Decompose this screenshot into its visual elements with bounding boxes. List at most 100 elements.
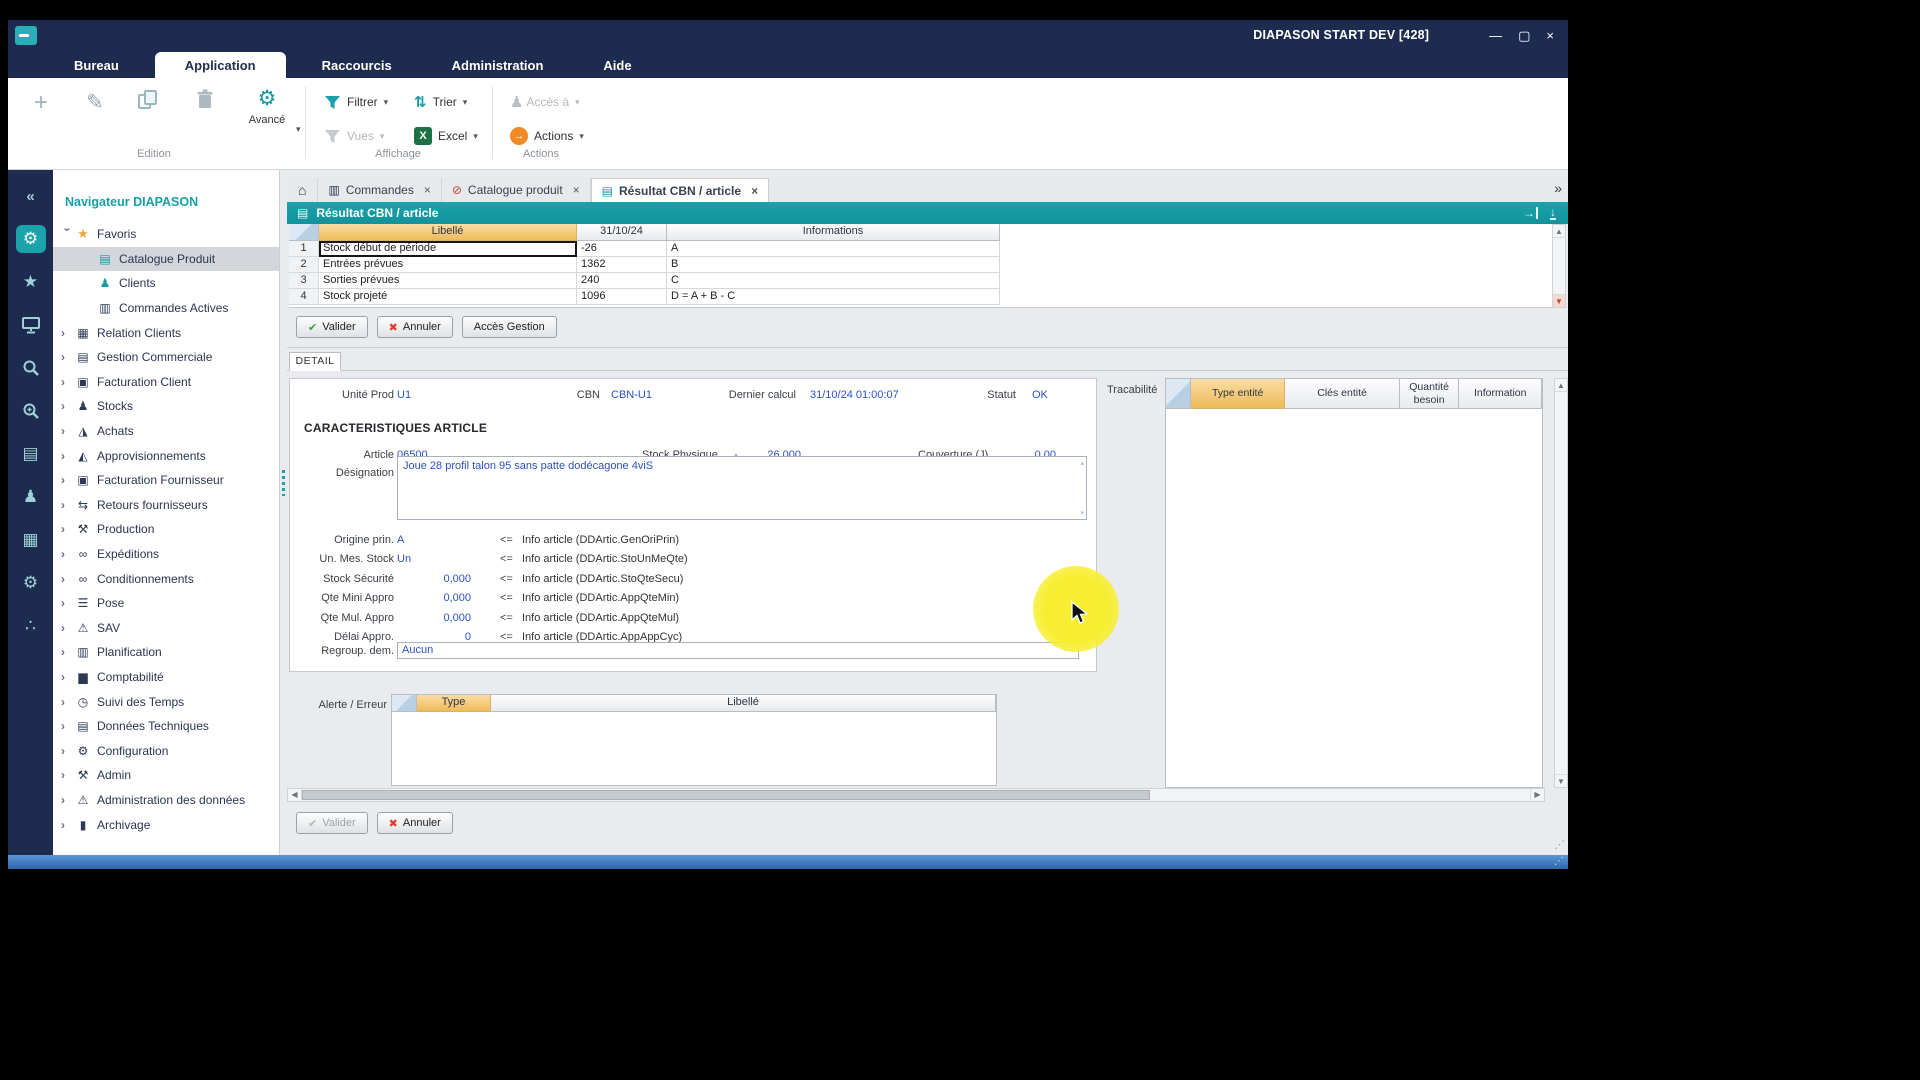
column-header[interactable]: Libellé — [491, 695, 996, 712]
tree-chevron-icon[interactable]: › — [61, 523, 74, 535]
dernier-calcul-value[interactable]: 31/10/24 01:00:07 — [810, 389, 899, 401]
actions-button[interactable]: → Actions ▾ — [506, 124, 588, 148]
tree-chevron-icon[interactable]: › — [61, 720, 74, 732]
collapse-nav-icon[interactable]: « — [16, 182, 46, 210]
h-scrollbar-thumb[interactable] — [302, 790, 1150, 800]
stock-box-icon[interactable]: ▦ — [16, 526, 46, 554]
modules-gear-icon[interactable]: ⚙ — [15, 225, 46, 253]
cell-libelle[interactable]: Stock début de période — [319, 241, 577, 257]
tab-close-icon[interactable]: × — [424, 183, 431, 197]
tree-item[interactable]: › ◭ Approvisionnements — [53, 443, 279, 468]
detail-field-value[interactable]: 0,000 — [397, 612, 471, 624]
search-icon[interactable] — [16, 354, 46, 382]
unite-prod-value[interactable]: U1 — [397, 389, 411, 401]
tree-chevron-icon[interactable]: › — [61, 400, 74, 412]
column-header[interactable]: Information — [1459, 379, 1542, 409]
copy-icon[interactable] — [130, 88, 164, 118]
tree-chevron-icon[interactable]: › — [61, 769, 74, 781]
scroll-left-icon[interactable]: ◀ — [288, 789, 302, 801]
scroll-up-icon[interactable]: ▲ — [1555, 379, 1567, 392]
tree-item[interactable]: › ▥ Planification — [53, 640, 279, 665]
tree-chevron-icon[interactable]: › — [61, 597, 74, 609]
tree-chevron-icon[interactable]: › — [61, 622, 74, 634]
tree-chevron-icon[interactable]: › — [61, 794, 74, 806]
tab-commandes[interactable]: ▥ Commandes × — [318, 178, 442, 202]
cell-info[interactable]: C — [667, 273, 1000, 289]
tree-chevron-icon[interactable]: › — [61, 450, 74, 462]
regroup-field[interactable]: Aucun … — [397, 642, 1079, 659]
monitor-icon[interactable] — [16, 311, 46, 339]
detail-scrollbar[interactable]: ▲ ▼ — [1554, 378, 1568, 788]
column-header[interactable]: Libellé — [319, 224, 577, 241]
vues-button[interactable]: Vues ▾ — [320, 124, 388, 148]
table-row[interactable]: 3 Sorties prévues 240 C — [289, 273, 1552, 289]
cell-value[interactable]: 1096 — [577, 289, 667, 305]
document-icon[interactable]: ▤ — [16, 440, 46, 468]
edit-icon[interactable]: ✎ — [78, 88, 112, 118]
tree-chevron-icon[interactable]: › — [61, 351, 74, 363]
menu-raccourcis[interactable]: Raccourcis — [298, 52, 416, 78]
tree-item[interactable]: ›▤Catalogue Produit — [53, 246, 279, 272]
column-header[interactable]: Quantité besoin — [1399, 379, 1460, 409]
tree-item[interactable]: › ☰ Pose — [53, 591, 279, 616]
scroll-up-icon[interactable]: ▲ — [1553, 225, 1565, 238]
tree-item[interactable]: › ▦ Relation Clients — [53, 320, 279, 345]
filtrer-button[interactable]: Filtrer ▾ — [320, 90, 392, 114]
tree-item[interactable]: › ⇆ Retours fournisseurs — [53, 493, 279, 518]
tree-item[interactable]: › ∞ Conditionnements — [53, 566, 279, 591]
tree-item[interactable]: › ▤ Données Techniques — [53, 714, 279, 739]
tab-close-icon[interactable]: × — [751, 184, 758, 198]
search-plus-icon[interactable] — [16, 397, 46, 425]
menu-administration[interactable]: Administration — [428, 52, 568, 78]
scroll-right-icon[interactable]: ▶ — [1530, 789, 1544, 801]
table-row[interactable]: 1 Stock début de période -26 A — [289, 241, 1552, 257]
favorites-star-icon[interactable]: ★ — [16, 268, 46, 296]
tree-item[interactable]: › ▣ Facturation Fournisseur — [53, 468, 279, 493]
column-header[interactable]: Clés entité — [1285, 379, 1400, 409]
annuler-bottom-button[interactable]: ✖ Annuler — [376, 812, 453, 834]
more-tabs-icon[interactable]: » — [1554, 180, 1562, 196]
column-header[interactable]: Informations — [667, 224, 1000, 241]
column-header[interactable]: Type entité — [1190, 379, 1286, 409]
cell-libelle[interactable]: Stock projeté — [319, 289, 577, 305]
panel-splitter[interactable] — [280, 170, 287, 855]
tree-chevron-icon[interactable]: › — [61, 745, 74, 757]
tree-chevron-icon[interactable]: › — [61, 228, 75, 241]
maximize-button[interactable]: ▢ — [1518, 29, 1530, 42]
h-scrollbar[interactable]: ◀ ▶ — [287, 788, 1545, 802]
scroll-down-icon[interactable]: ▼ — [1555, 774, 1567, 787]
detail-field-value[interactable]: 0,000 — [397, 573, 471, 585]
table-row[interactable]: 2 Entrées prévues 1362 B — [289, 257, 1552, 273]
tree-item[interactable]: › ▣ Facturation Client — [53, 370, 279, 395]
detail-field-value[interactable]: 0,000 — [397, 592, 471, 604]
menu-application[interactable]: Application — [154, 52, 286, 78]
valider-bottom-button[interactable]: ✔ Valider — [296, 812, 368, 834]
cell-libelle[interactable]: Entrées prévues — [319, 257, 577, 273]
excel-button[interactable]: X Excel ▾ — [410, 124, 482, 148]
tree-item[interactable]: › ▮ Archivage — [53, 812, 279, 837]
trier-button[interactable]: ⇅ Trier ▾ — [410, 90, 471, 114]
tree-chevron-icon[interactable]: › — [61, 696, 74, 708]
tree-item[interactable]: › ♟ Stocks — [53, 394, 279, 419]
detail-field-value[interactable]: Un — [397, 553, 411, 565]
tree-chevron-icon[interactable]: › — [61, 425, 74, 437]
tree-item[interactable]: › ▆ Comptabilité — [53, 665, 279, 690]
tree-chevron-icon[interactable]: › — [61, 646, 74, 658]
avance-button[interactable]: ⚙ Avancé — [240, 86, 294, 126]
tree-item[interactable]: › ◷ Suivi des Temps — [53, 689, 279, 714]
table-row[interactable]: 4 Stock projeté 1096 D = A + B - C — [289, 289, 1552, 305]
tab-r-sultat-cbn-article[interactable]: ▤ Résultat CBN / article × — [590, 178, 770, 202]
detail-field-value[interactable]: A — [397, 534, 404, 546]
tree-item[interactable]: › ⚙ Configuration — [53, 738, 279, 763]
cell-info[interactable]: B — [667, 257, 1000, 273]
org-chart-icon[interactable]: ∴ — [16, 612, 46, 640]
column-header[interactable]: Type — [417, 695, 491, 712]
tree-item[interactable]: › ◮ Achats — [53, 419, 279, 444]
tree-item[interactable]: › ⚒ Production — [53, 517, 279, 542]
minimize-button[interactable]: — — [1489, 29, 1502, 42]
cell-value[interactable]: -26 — [577, 241, 667, 257]
menu-aide[interactable]: Aide — [579, 52, 655, 78]
designation-field[interactable]: Joue 28 profil talon 95 sans patte dodéc… — [397, 456, 1087, 520]
statut-value[interactable]: OK — [1032, 389, 1048, 401]
scroll-down-icon[interactable]: ▼ — [1553, 294, 1565, 307]
